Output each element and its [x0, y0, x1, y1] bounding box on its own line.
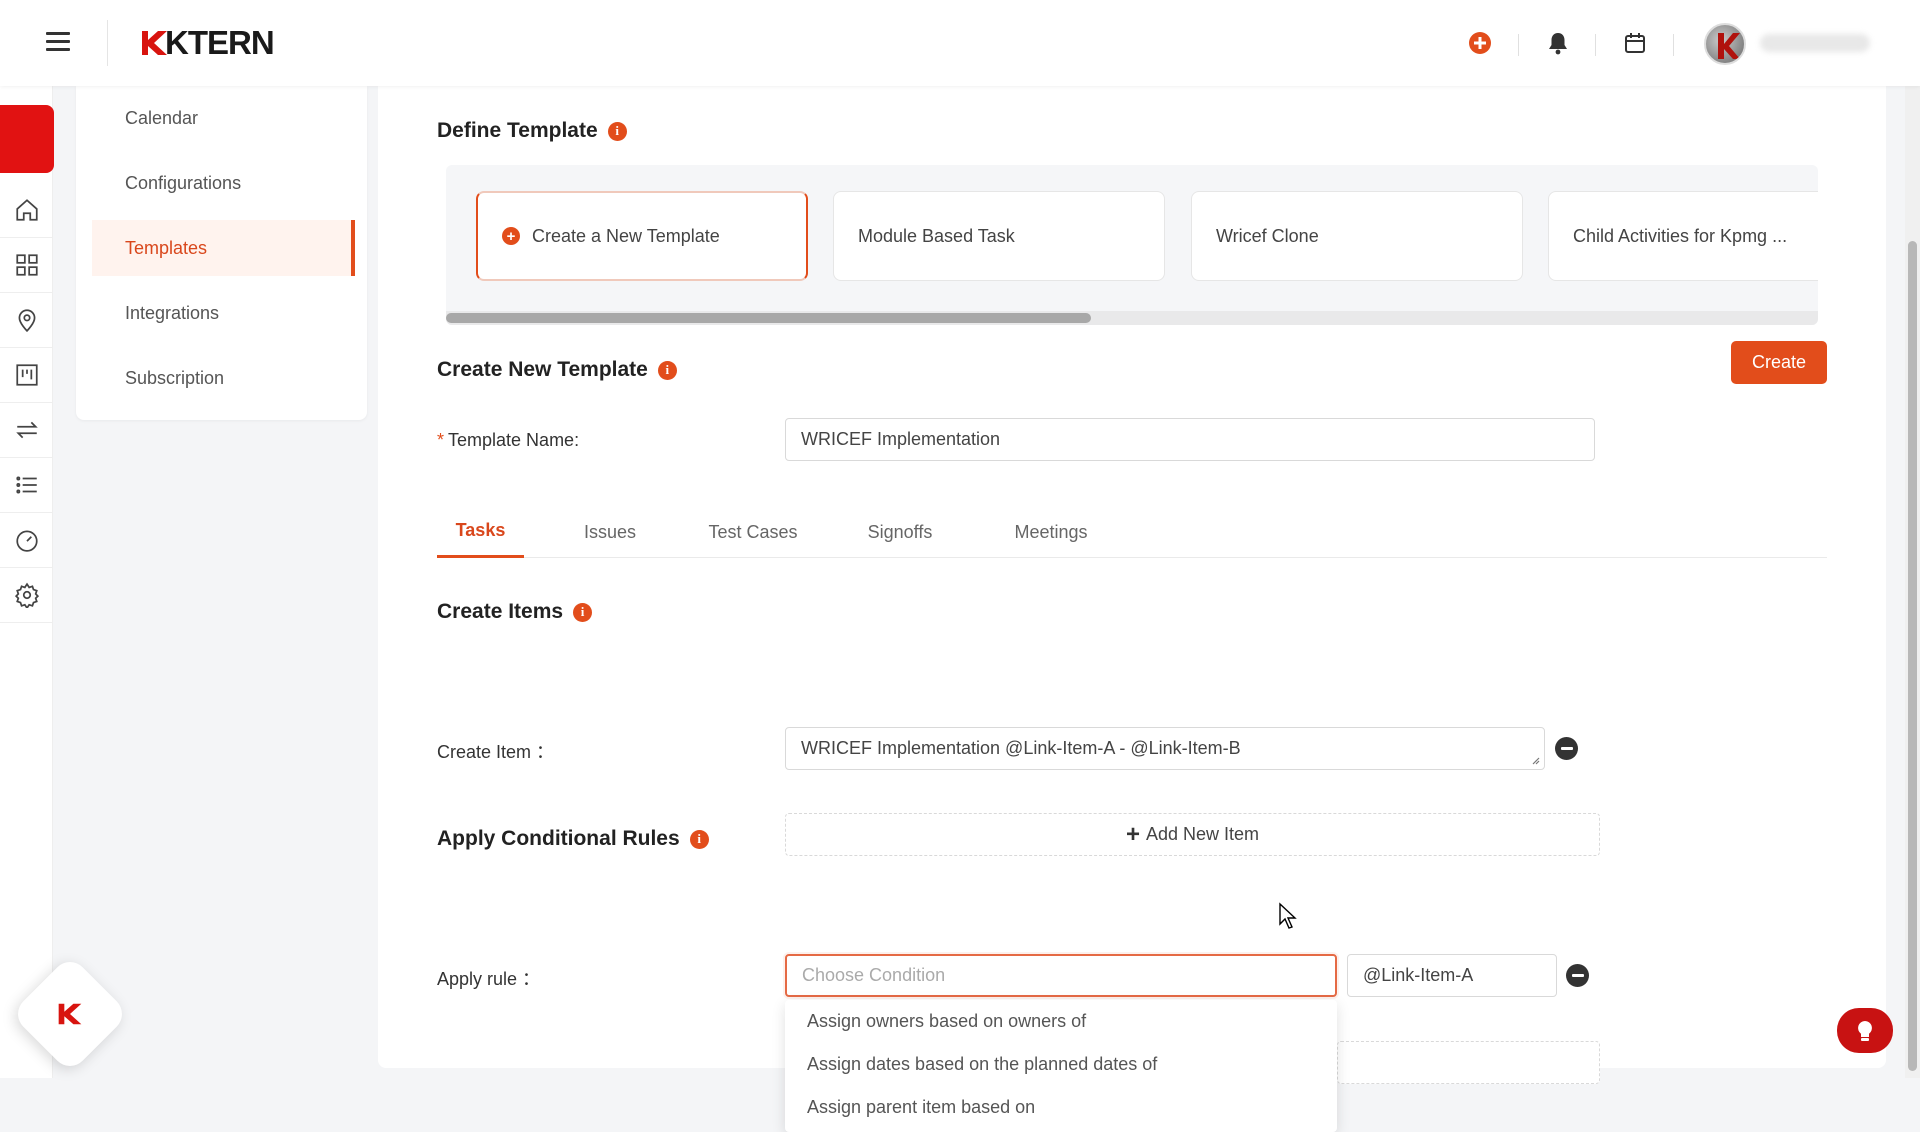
apply-rule-label: Apply rule ： [437, 969, 541, 989]
divider [1673, 34, 1674, 56]
app-name: KTERN [165, 24, 275, 61]
define-template-heading: Define Template i [437, 119, 627, 143]
card-label: Module Based Task [858, 225, 1015, 246]
resize-handle-icon[interactable] [1530, 755, 1540, 765]
create-items-title: Create Items [437, 600, 564, 623]
info-icon[interactable]: i [573, 602, 593, 622]
create-new-template-title: Create New Template [437, 358, 648, 381]
card-label: Wricef Clone [1216, 225, 1319, 246]
divider [1518, 34, 1519, 56]
tab-tasks[interactable]: Tasks [437, 506, 524, 558]
list-icon[interactable] [0, 458, 53, 513]
help-lightbulb-button[interactable] [1837, 1008, 1893, 1053]
card-label: Child Activities for Kpmg ... [1573, 225, 1788, 246]
create-item-textarea[interactable]: WRICEF Implementation @Link-Item-A - @Li… [785, 727, 1545, 770]
home-icon[interactable] [0, 183, 53, 238]
create-new-template-card[interactable]: + Create a New Template [476, 191, 808, 281]
gauge-icon[interactable] [0, 513, 53, 568]
template-name-input[interactable]: WRICEF Implementation [785, 418, 1595, 461]
remove-rule-button[interactable] [1566, 964, 1589, 987]
info-icon[interactable]: i [607, 121, 627, 141]
scrollbar-thumb[interactable] [1908, 241, 1917, 1071]
template-card-strip: + Create a New Template Module Based Tas… [446, 165, 1818, 325]
choose-condition-select[interactable]: Choose Condition [785, 954, 1337, 997]
ktern-logo-icon [58, 1003, 82, 1025]
page-vertical-scrollbar[interactable] [1905, 86, 1920, 1078]
add-circle-icon[interactable] [1467, 30, 1493, 56]
info-icon[interactable]: i [689, 829, 709, 849]
card-label: Create a New Template [532, 225, 720, 246]
calendar-icon[interactable] [1622, 30, 1648, 56]
scrollbar-thumb[interactable] [446, 313, 1091, 323]
link-item-select[interactable]: @Link-Item-A [1347, 954, 1557, 997]
subnav-item-subscription[interactable]: Subscription [92, 350, 355, 406]
template-card-module-based-task[interactable]: Module Based Task [833, 191, 1165, 281]
remove-item-button[interactable] [1555, 737, 1578, 760]
condition-option-owners[interactable]: Assign owners based on owners of [785, 1000, 1337, 1043]
item-type-tabs: Tasks Issues Test Cases Signoffs Meeting… [437, 506, 1827, 558]
user-avatar[interactable] [1704, 23, 1746, 65]
create-new-template-heading: Create New Template i [437, 358, 677, 382]
location-pin-icon[interactable] [0, 293, 53, 348]
plus-icon: + [1125, 820, 1140, 848]
tab-meetings[interactable]: Meetings [997, 506, 1105, 558]
subnav-item-configurations[interactable]: Configurations [92, 155, 355, 211]
bell-icon[interactable] [1545, 30, 1571, 56]
main-content: Define Template i + Create a New Templat… [378, 86, 1886, 1132]
tab-signoffs[interactable]: Signoffs [851, 506, 949, 558]
condition-placeholder: Choose Condition [802, 965, 946, 985]
rail-active-indicator [0, 105, 54, 173]
create-items-heading: Create Items i [437, 600, 593, 624]
horizontal-scrollbar[interactable] [446, 311, 1818, 325]
divider [107, 20, 108, 66]
template-card-wricef-clone[interactable]: Wricef Clone [1191, 191, 1523, 281]
add-new-item-label: Add New Item [1145, 824, 1260, 844]
lightbulb-icon [1858, 1020, 1872, 1041]
conditional-rules-heading: Apply Conditional Rules i [437, 827, 709, 851]
condition-dropdown: Assign owners based on owners of Assign … [785, 1000, 1337, 1132]
user-name-redacted[interactable] [1760, 34, 1870, 52]
board-icon[interactable] [0, 348, 53, 403]
condition-option-parent[interactable]: Assign parent item based on [785, 1086, 1337, 1129]
tab-issues[interactable]: Issues [568, 506, 652, 558]
create-item-label: Create Item ： [437, 742, 555, 762]
conditional-rules-title: Apply Conditional Rules [437, 827, 680, 850]
transfer-icon[interactable] [0, 403, 53, 458]
top-bar: KTERN [0, 0, 1920, 86]
create-button[interactable]: Create [1731, 341, 1827, 384]
mouse-cursor-icon [1279, 902, 1297, 929]
info-icon[interactable]: i [657, 360, 677, 380]
label-colon: : [574, 430, 580, 450]
template-name-label: * Template Name: [437, 430, 579, 451]
divider [1595, 34, 1596, 56]
template-name-label-text: Template Name [448, 430, 575, 450]
add-circle-icon: + [502, 227, 520, 245]
dashboard-grid-icon[interactable] [0, 238, 53, 293]
subnav-item-integrations[interactable]: Integrations [92, 285, 355, 341]
condition-option-dates[interactable]: Assign dates based on the planned dates … [785, 1043, 1337, 1086]
create-item-text: WRICEF Implementation @Link-Item-A - @Li… [801, 738, 1241, 758]
subnav-item-templates[interactable]: Templates [92, 220, 355, 276]
settings-subnav: Calendar Configurations Templates Integr… [76, 86, 367, 420]
settings-gear-icon[interactable] [0, 568, 53, 623]
subnav-item-calendar[interactable]: Calendar [92, 90, 355, 146]
tab-test-cases[interactable]: Test Cases [700, 506, 806, 558]
add-new-item-button[interactable]: + Add New Item [785, 813, 1600, 856]
icon-rail [0, 86, 53, 1078]
required-asterisk: * [437, 430, 445, 450]
hamburger-menu-icon[interactable] [46, 32, 70, 52]
app-logo[interactable]: KTERN [139, 24, 275, 62]
define-template-title: Define Template [437, 119, 598, 142]
template-card-child-activities[interactable]: Child Activities for Kpmg ... [1548, 191, 1818, 281]
